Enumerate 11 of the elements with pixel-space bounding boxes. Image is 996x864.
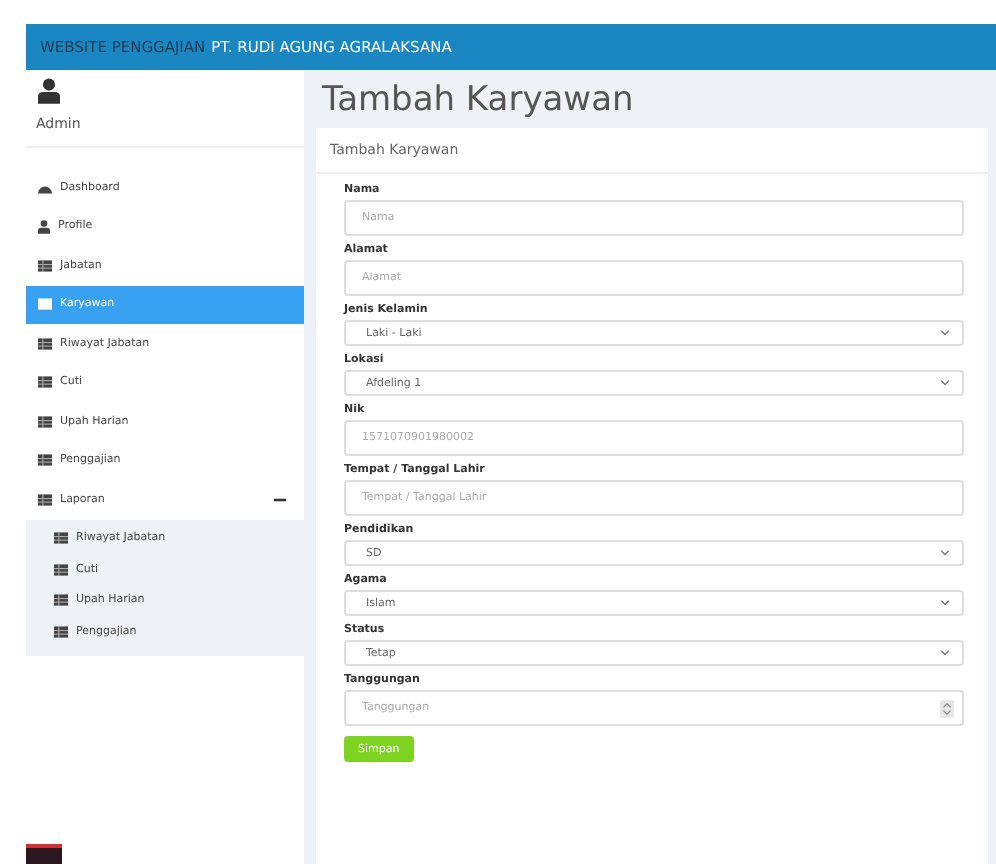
minus-icon[interactable] <box>274 493 286 506</box>
chevron-icon <box>940 380 950 386</box>
user-icon <box>38 78 60 104</box>
chevron-icon <box>940 600 950 606</box>
page-title: Tambah Karyawan <box>320 78 636 124</box>
chevron-icon <box>940 330 950 336</box>
dashboard-icon <box>38 181 52 194</box>
chevron-icon <box>940 550 950 556</box>
user-icon <box>38 219 50 234</box>
logo-icon <box>26 844 62 864</box>
chevron-icon <box>940 650 950 656</box>
